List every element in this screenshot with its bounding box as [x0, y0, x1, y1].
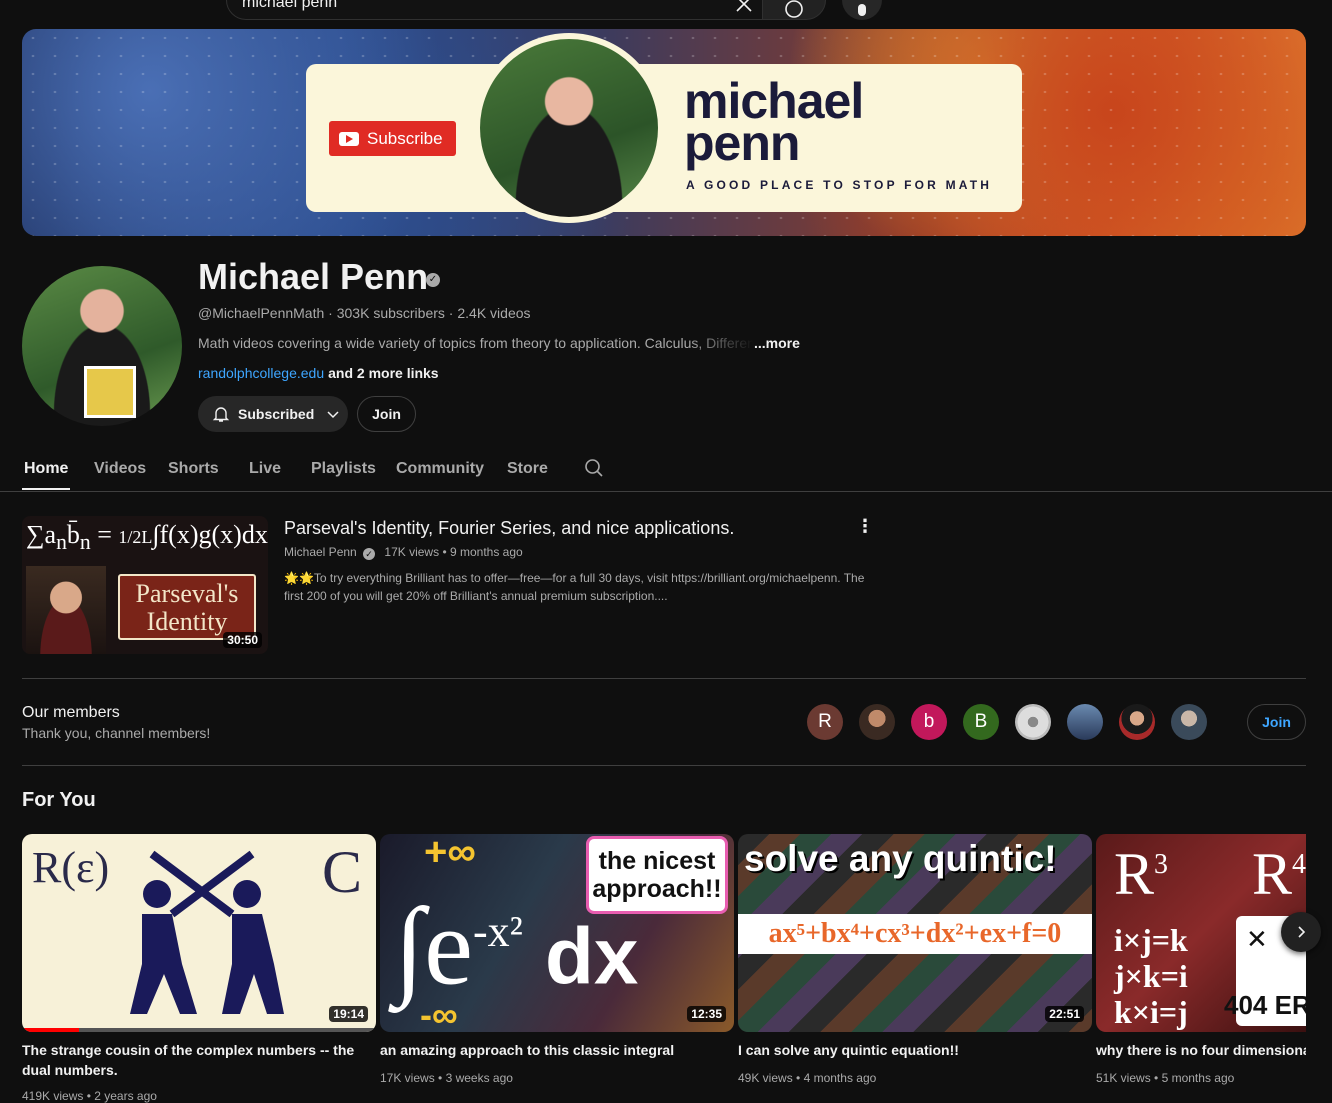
video-title[interactable]: an amazing approach to this classic inte…: [380, 1040, 734, 1060]
channel-meta: @MichaelPennMath · 303K subscribers · 2.…: [198, 305, 531, 321]
video-meta: 51K views • 5 months ago: [1096, 1071, 1235, 1085]
video-thumbnail[interactable]: R(ε) C 19:14: [22, 834, 376, 1032]
tab-live[interactable]: Live: [249, 460, 281, 478]
video-duration: 22:51: [1045, 1006, 1084, 1022]
video-thumbnail[interactable]: R3 R4 i×j=kj×k=ik×i=j ✕ 404 ERR: [1096, 834, 1306, 1032]
channel-tabs: Home Videos Shorts Live Playlists Commun…: [0, 448, 1332, 492]
featured-video-title[interactable]: Parseval's Identity, Fourier Series, and…: [284, 518, 734, 539]
search-button[interactable]: [762, 0, 826, 20]
video-title[interactable]: The strange cousin of the complex number…: [22, 1040, 376, 1080]
member-avatar[interactable]: [859, 704, 895, 740]
more-links[interactable]: and 2 more links: [328, 365, 438, 381]
section-divider: [22, 765, 1306, 766]
video-meta: 419K views • 2 years ago: [22, 1089, 157, 1103]
microphone-icon: [858, 4, 866, 16]
for-you-title: For You: [22, 789, 96, 811]
carousel-next-button[interactable]: [1281, 912, 1321, 952]
video-thumbnail[interactable]: +∞ -∞ ∫e-x² dx the nicest approach!! 12:…: [380, 834, 734, 1032]
video-thumbnail[interactable]: solve any quintic! ax⁵+bx⁴+cx³+dx²+ex+f=…: [738, 834, 1092, 1032]
tab-videos[interactable]: Videos: [94, 460, 146, 478]
channel-avatar[interactable]: [22, 266, 182, 426]
chevron-down-icon: [327, 411, 339, 419]
members-title: Our members: [22, 704, 120, 721]
video-title[interactable]: I can solve any quintic equation!!: [738, 1040, 1092, 1060]
member-avatar[interactable]: R: [807, 704, 843, 740]
subscribed-button[interactable]: Subscribed: [198, 396, 348, 432]
subscriber-count: 303K subscribers: [336, 305, 445, 321]
member-avatar[interactable]: B: [963, 704, 999, 740]
channel-name: Michael Penn: [198, 256, 429, 297]
verified-icon: ✓: [363, 548, 376, 560]
video-views: 17K views: [384, 545, 440, 559]
video-age: 9 months ago: [449, 545, 523, 559]
join-button[interactable]: Join: [357, 396, 416, 432]
search-icon: [785, 0, 803, 18]
banner-subscribe-graphic: Subscribe: [329, 121, 456, 156]
thumbnail-equation: ax⁵+bx⁴+cx³+dx²+ex+f=0: [738, 914, 1092, 954]
members-subtitle: Thank you, channel members!: [22, 725, 211, 741]
banner-tagline: A GOOD PLACE TO STOP FOR MATH: [686, 178, 993, 192]
featured-video-description: 🌟🌟To try everything Brilliant has to off…: [284, 571, 865, 603]
channel-handle: @MichaelPennMath: [198, 305, 325, 321]
close-icon[interactable]: [734, 0, 758, 14]
featured-video-meta: Michael Penn ✓ 17K views • 9 months ago: [284, 545, 523, 560]
tab-playlists[interactable]: Playlists: [311, 460, 376, 478]
member-avatar[interactable]: b: [911, 704, 947, 740]
featured-video-thumbnail[interactable]: ∑anb̄n = 1/2L∫f(x)g(x)dx Parseval's Iden…: [22, 516, 268, 654]
banner-name: michael penn: [684, 73, 864, 171]
channel-links: randolphcollege.edu and 2 more links: [198, 365, 439, 381]
thumbnail-formula: ∑anb̄n = 1/2L∫f(x)g(x)dx: [26, 520, 268, 555]
video-meta: 17K views • 3 weeks ago: [380, 1071, 513, 1085]
video-title[interactable]: why there is no four dimensional complex…: [1096, 1040, 1306, 1060]
member-avatar[interactable]: [1015, 704, 1051, 740]
active-tab-indicator: [22, 488, 70, 490]
thumbnail-caption: the nicest approach!!: [586, 836, 728, 914]
video-duration: 30:50: [223, 632, 262, 648]
search-input[interactable]: michael penn: [242, 0, 337, 12]
members-join-button[interactable]: Join: [1247, 704, 1306, 740]
video-duration: 12:35: [687, 1006, 726, 1022]
member-avatar[interactable]: [1171, 704, 1207, 740]
banner-photo: [474, 33, 664, 223]
more-actions-icon[interactable]: ⋮: [856, 516, 874, 536]
tab-home[interactable]: Home: [24, 460, 68, 478]
video-duration: 19:14: [329, 1006, 368, 1022]
thumbnail-title-box: Parseval's Identity: [118, 574, 256, 640]
voice-search-button[interactable]: [842, 0, 882, 20]
tab-store[interactable]: Store: [507, 460, 548, 478]
thumbnail-caption: solve any quintic!: [744, 838, 1057, 879]
member-avatar[interactable]: [1067, 704, 1103, 740]
search-icon[interactable]: [584, 458, 604, 478]
channel-description[interactable]: Math videos covering a wide variety of t…: [198, 335, 754, 351]
member-avatar[interactable]: [1119, 704, 1155, 740]
thumbnail-portrait: [26, 566, 106, 654]
chevron-right-icon: [1298, 926, 1306, 938]
tab-community[interactable]: Community: [396, 460, 484, 478]
bell-icon: [212, 407, 230, 422]
youtube-logo-icon: [339, 131, 359, 146]
channel-link[interactable]: randolphcollege.edu: [198, 365, 324, 381]
video-channel[interactable]: Michael Penn: [284, 545, 357, 559]
video-count: 2.4K videos: [457, 305, 531, 321]
verified-icon: ✓: [426, 273, 440, 287]
video-meta: 49K views • 4 months ago: [738, 1071, 877, 1085]
section-divider: [22, 678, 1306, 679]
tab-shorts[interactable]: Shorts: [168, 460, 219, 478]
description-more-link[interactable]: ...more: [754, 335, 800, 351]
